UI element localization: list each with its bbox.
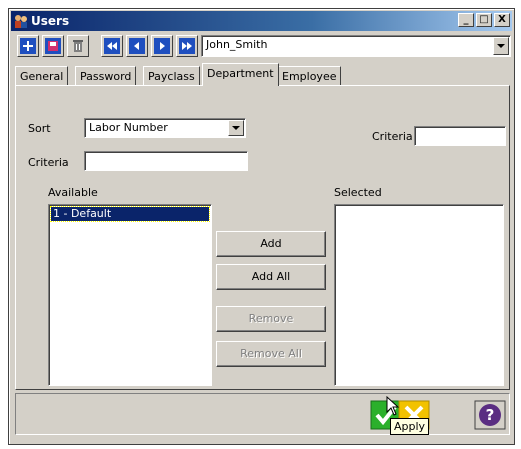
close-button[interactable]: X — [494, 13, 510, 27]
sort-select-value: Labor Number — [89, 121, 168, 134]
remove-button[interactable]: Remove — [216, 306, 326, 332]
save-icon — [45, 38, 61, 54]
remove-all-button[interactable]: Remove All — [216, 341, 326, 367]
users-window: Users _ □ X John_Smith General Password … — [8, 8, 515, 445]
add-user-button[interactable] — [17, 35, 39, 57]
title-bar[interactable]: Users _ □ X — [11, 11, 512, 31]
criteria-left-input[interactable] — [84, 151, 248, 171]
add-all-button[interactable]: Add All — [216, 264, 326, 290]
tab-employee[interactable]: Employee — [277, 66, 342, 86]
selected-list[interactable] — [334, 204, 504, 386]
tab-payclass[interactable]: Payclass — [143, 66, 200, 86]
chevron-down-icon[interactable] — [228, 120, 244, 136]
add-icon — [20, 38, 36, 54]
next-record-icon — [154, 38, 170, 54]
selected-label: Selected — [334, 186, 382, 199]
delete-icon — [70, 38, 86, 54]
minimize-button[interactable]: _ — [458, 13, 474, 27]
save-user-button[interactable] — [42, 35, 64, 57]
svg-text:?: ? — [486, 406, 495, 424]
first-record-button[interactable] — [101, 35, 123, 57]
last-record-button[interactable] — [176, 35, 198, 57]
help-button[interactable]: ? — [474, 400, 506, 430]
add-button[interactable]: Add — [216, 231, 326, 257]
tab-password[interactable]: Password — [75, 66, 137, 86]
user-select-value: John_Smith — [206, 38, 268, 51]
previous-record-icon — [129, 38, 145, 54]
last-record-icon — [179, 38, 195, 54]
apply-tooltip: Apply — [390, 418, 430, 435]
criteria-right-label: Criteria — [372, 130, 413, 143]
first-record-icon — [104, 38, 120, 54]
delete-user-button[interactable] — [67, 35, 89, 57]
sort-select[interactable]: Labor Number — [84, 118, 246, 138]
window-title: Users — [31, 14, 70, 28]
available-list[interactable]: 1 - Default — [48, 204, 212, 386]
criteria-right-input[interactable] — [414, 126, 506, 146]
sort-label: Sort — [28, 122, 51, 135]
tab-department[interactable]: Department — [202, 63, 279, 86]
action-bar: ? — [15, 393, 510, 435]
available-label: Available — [48, 186, 98, 199]
user-select[interactable]: John_Smith — [201, 35, 511, 57]
maximize-button[interactable]: □ — [476, 13, 492, 27]
tab-general[interactable]: General — [15, 66, 69, 86]
previous-record-button[interactable] — [126, 35, 148, 57]
available-list-item[interactable]: 1 - Default — [50, 206, 210, 222]
next-record-button[interactable] — [151, 35, 173, 57]
help-question-icon: ? — [474, 400, 506, 430]
mouse-cursor-icon — [386, 396, 400, 416]
chevron-down-icon[interactable] — [493, 37, 509, 55]
department-panel: Sort Labor Number Criteria Criteria Avai… — [15, 85, 510, 390]
users-app-icon — [15, 15, 27, 28]
criteria-left-label: Criteria — [28, 156, 69, 169]
